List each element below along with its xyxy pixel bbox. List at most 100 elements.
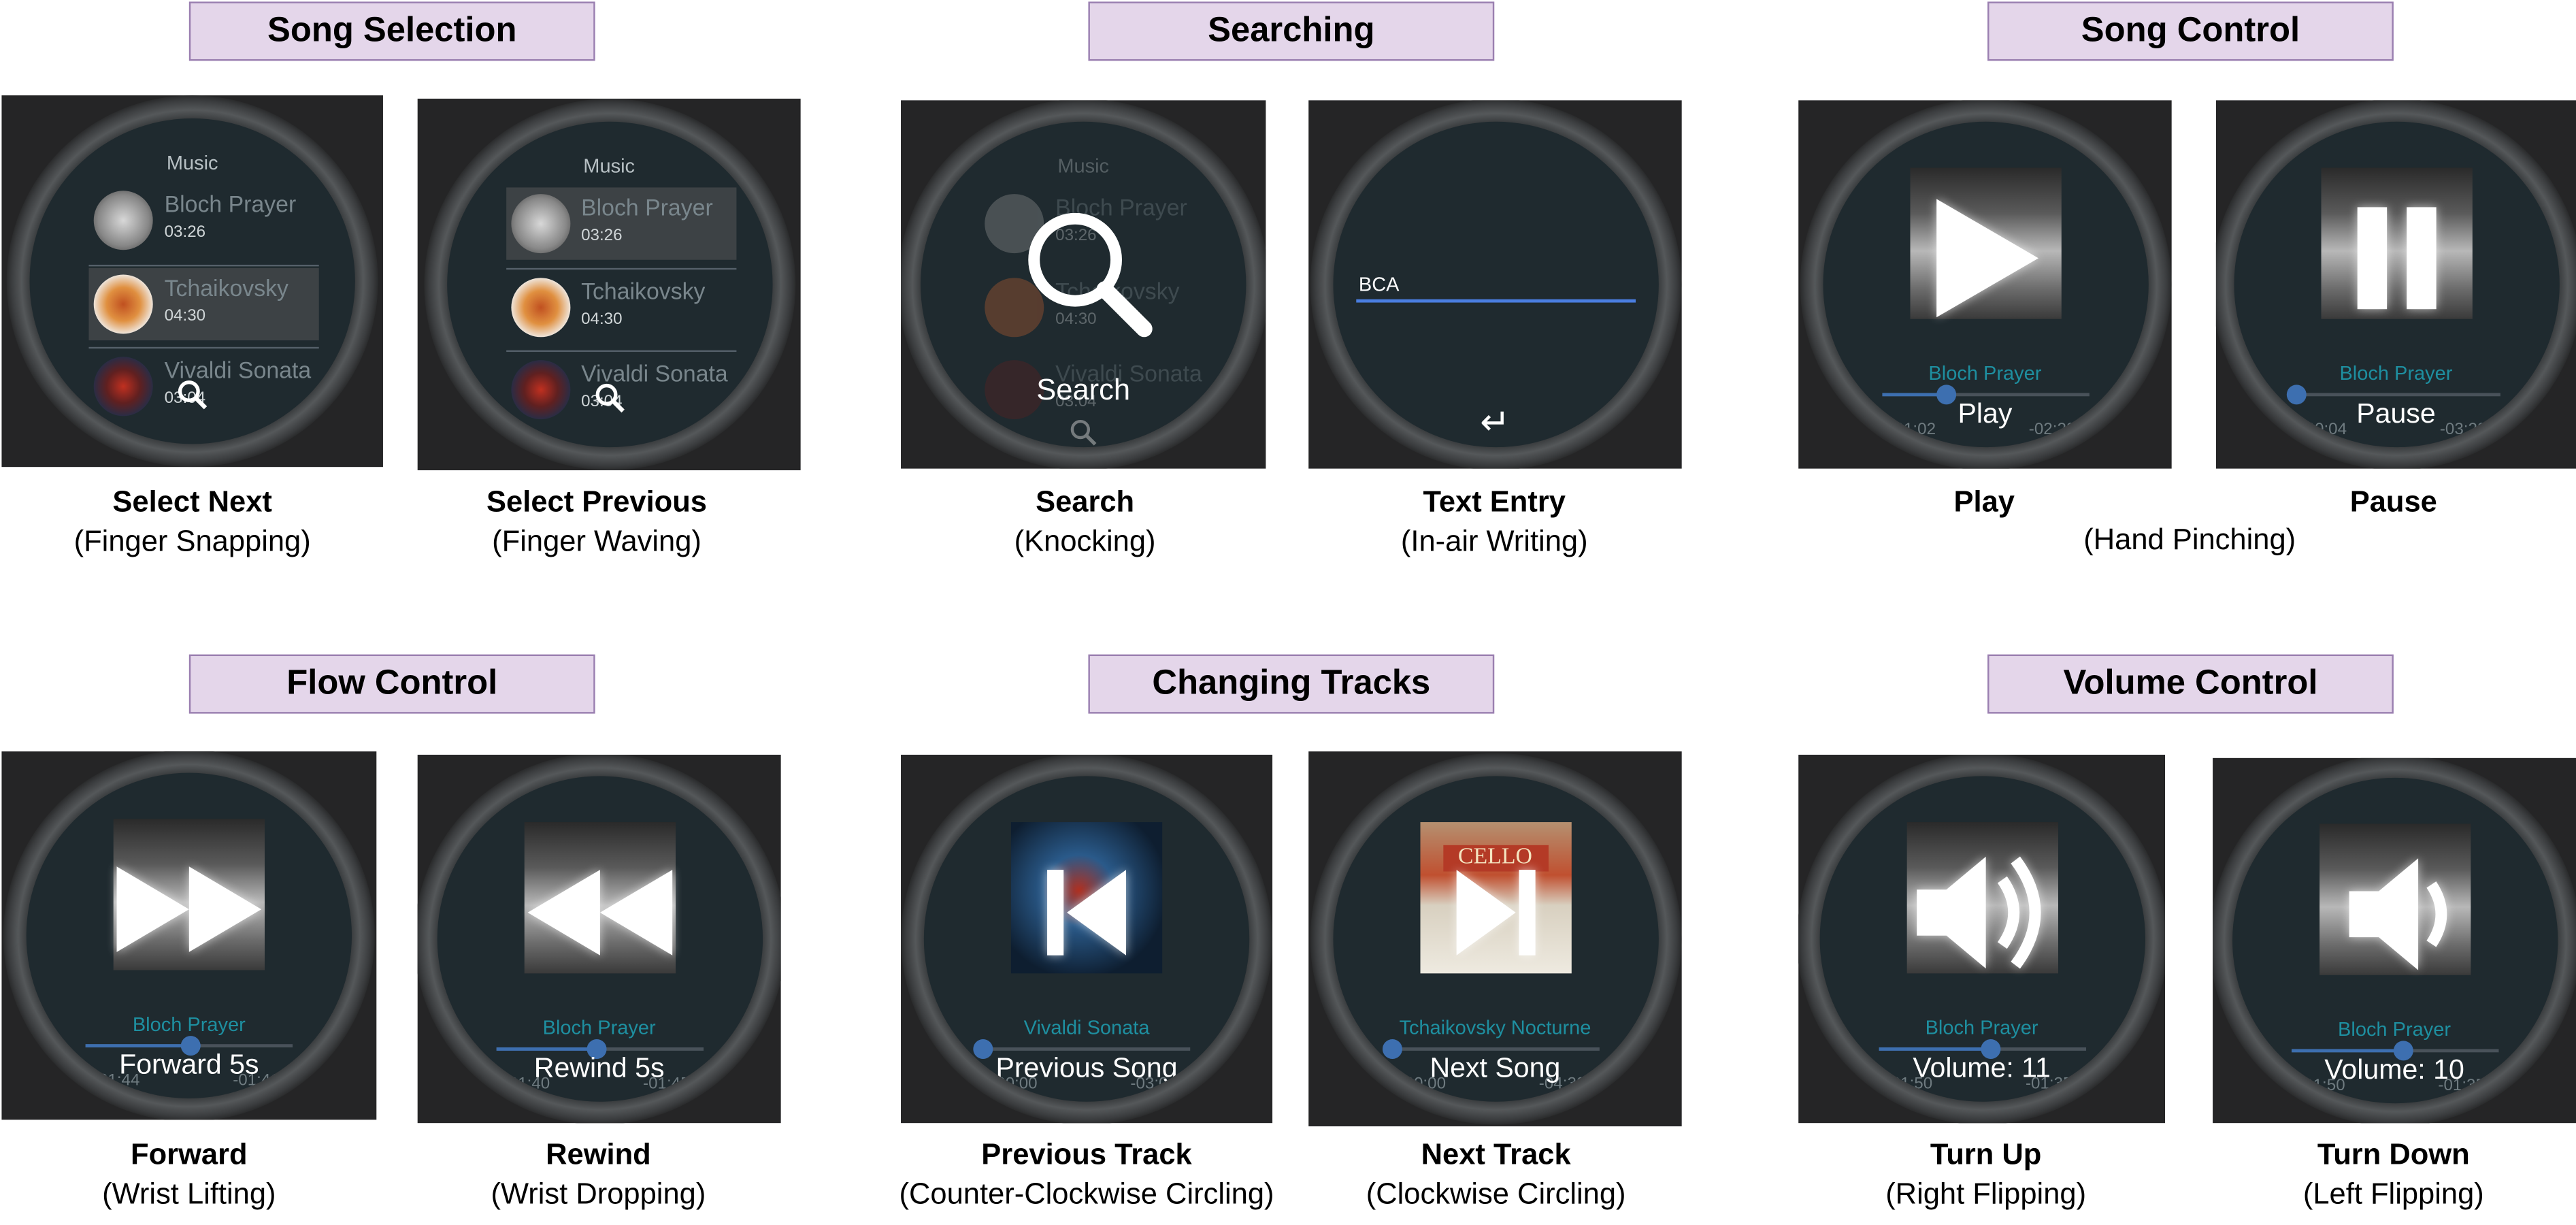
progress-fill	[1878, 1047, 1990, 1051]
watch-screenshot-rewind: Bloch Prayer 01:40 -01:45 Rewind 5s	[417, 754, 781, 1124]
album-thumbnail	[510, 360, 570, 420]
progress-bar[interactable]	[1881, 385, 2089, 405]
track-title: Bloch Prayer	[2339, 361, 2453, 385]
caption-select-next: Select Next (Finger Snapping)	[73, 485, 311, 558]
caption-text-entry: Text Entry (In-air Writing)	[1400, 485, 1588, 558]
play-icon[interactable]	[1967, 1098, 1996, 1102]
volume-down-icon	[2348, 858, 2447, 970]
volume-up-icon	[1915, 856, 2041, 969]
progress-bar[interactable]	[973, 1039, 1191, 1059]
watch-screenshot-previous-track: Vivaldi Sonata 00:00 -03:04 Previous Song	[901, 754, 1273, 1124]
watch-face: Bloch Prayer 01:44 -01:41 Forward 5s	[26, 772, 352, 1098]
song-duration: 03:26	[164, 223, 206, 242]
song-title: Tchaikovsky	[164, 274, 288, 301]
progress-bar[interactable]	[2290, 1041, 2498, 1061]
watch-screenshot-select-next: Music Bloch Prayer 03:26 Tchaikovsky 04:…	[1, 95, 383, 468]
watch-face: Bloch Prayer 00:04 -03:22 Pause	[2233, 121, 2559, 448]
caption-previous-track: Previous Track (Counter-Clockwise Circli…	[899, 1137, 1274, 1211]
list-item[interactable]: Tchaikovsky 04:30	[88, 267, 319, 341]
progress-fill	[85, 1044, 191, 1048]
pause-icon[interactable]	[1970, 444, 2000, 448]
song-title: Bloch Prayer	[581, 194, 713, 220]
song-title: Tchaikovsky	[581, 278, 706, 304]
track-title: Bloch Prayer	[542, 1016, 656, 1039]
progress-bar[interactable]	[85, 1036, 293, 1056]
category-volume-control: Volume Control	[1987, 654, 2394, 714]
song-duration: 04:30	[164, 307, 206, 326]
watch-screenshot-text-entry: BCA ↵	[1308, 100, 1682, 469]
action-label: Next Song	[1430, 1052, 1561, 1084]
progress-bar[interactable]	[2286, 385, 2500, 405]
track-title: Tchaikovsky Nocturne	[1399, 1016, 1591, 1039]
watch-face: Bloch Prayer 01:50 -01:35 Volume: 11	[1819, 776, 2145, 1102]
watch-face: Bloch Prayer 01:02 -02:23 Play	[1822, 121, 2148, 448]
caption-rewind: Rewind (Wrist Dropping)	[491, 1137, 706, 1211]
caption-next-track: Next Track (Clockwise Circling)	[1366, 1137, 1626, 1211]
pause-icon	[2356, 207, 2436, 310]
caption-hand-pinching: (Hand Pinching)	[2083, 523, 2296, 556]
caption-pause: Pause	[2349, 485, 2437, 519]
enter-icon[interactable]: ↵	[1332, 402, 1657, 444]
watch-face: Bloch Prayer 01:40 -01:45 Rewind 5s	[436, 776, 762, 1102]
text-input-value[interactable]: BCA	[1359, 273, 1400, 296]
track-title: Bloch Prayer	[1925, 1016, 2038, 1039]
rewind-icon	[527, 870, 672, 956]
progress-bar[interactable]	[1878, 1039, 2085, 1059]
watch-screenshot-forward: Bloch Prayer 01:44 -01:41 Forward 5s	[1, 751, 377, 1120]
search-icon[interactable]	[176, 378, 209, 411]
caption-play: Play	[1953, 485, 2015, 519]
play-icon[interactable]	[2381, 444, 2411, 448]
caption-forward: Forward (Wrist Lifting)	[102, 1137, 276, 1211]
progress-bar[interactable]	[1381, 1039, 1599, 1059]
skip-next-icon	[1455, 870, 1535, 956]
song-title: Bloch Prayer	[164, 191, 297, 217]
watch-screenshot-next-track: CELLO Tchaikovsky Nocturne 00:00 -04:30 Next…	[1308, 751, 1682, 1127]
play-icon[interactable]	[1072, 1098, 1101, 1102]
play-icon	[1935, 199, 2038, 318]
album-thumbnail	[93, 274, 153, 334]
watch-face: Music Bloch Prayer03:26 Tchaikovsky04:30…	[921, 121, 1246, 448]
watch-face: Bloch Prayer 01:50 -01:35 Volume: 10	[2231, 777, 2558, 1104]
play-icon[interactable]	[2379, 1100, 2409, 1103]
track-title: Bloch Prayer	[2338, 1017, 2451, 1041]
search-label: Search	[1036, 373, 1131, 406]
watch-screenshot-play: Bloch Prayer 01:02 -02:23 Play	[1798, 100, 2172, 469]
watch-screenshot-search: Music Bloch Prayer03:26 Tchaikovsky04:30…	[901, 100, 1266, 469]
text-input-underline	[1355, 299, 1635, 303]
action-label: Previous Song	[995, 1052, 1178, 1084]
fast-forward-icon	[116, 866, 262, 952]
song-duration: 04:30	[581, 310, 623, 329]
pause-icon[interactable]	[584, 1098, 614, 1102]
category-flow-control: Flow Control	[188, 654, 595, 714]
watch-face: Vivaldi Sonata 00:00 -03:04 Previous Song	[923, 776, 1250, 1102]
music-title: Music	[1057, 154, 1110, 178]
action-label: Forward 5s	[119, 1049, 259, 1081]
action-label: Volume: 10	[2324, 1054, 2464, 1085]
skip-previous-icon	[1047, 870, 1127, 956]
action-label: Rewind 5s	[533, 1052, 665, 1084]
music-title: Music	[583, 154, 635, 178]
watch-face: Music Bloch Prayer 03:26 Tchaikovsky 04:…	[29, 118, 355, 444]
progress-bar[interactable]	[495, 1039, 703, 1059]
track-title: Bloch Prayer	[132, 1013, 246, 1036]
caption-turn-up: Turn Up (Right Flipping)	[1885, 1137, 2087, 1211]
pause-icon[interactable]	[174, 1095, 203, 1098]
list-item[interactable]: Bloch Prayer 03:26	[505, 187, 736, 260]
progress-fill	[2290, 1049, 2403, 1053]
search-icon	[1028, 212, 1153, 338]
play-icon[interactable]	[1481, 1098, 1510, 1102]
list-item[interactable]: Bloch Prayer 03:26	[88, 184, 318, 257]
watch-screenshot-select-previous: Music Bloch Prayer 03:26 Tchaikovsky 04:…	[417, 98, 801, 471]
song-duration: 03:26	[581, 227, 623, 245]
caption-turn-down: Turn Down (Left Flipping)	[2302, 1137, 2484, 1211]
action-label: Pause	[2356, 397, 2436, 429]
category-searching: Searching	[1088, 1, 1495, 61]
list-item[interactable]: Tchaikovsky 04:30	[506, 272, 736, 344]
search-icon[interactable]	[593, 382, 625, 414]
watch-face: BCA ↵	[1332, 121, 1658, 448]
album-thumbnail	[510, 278, 570, 338]
caption-select-previous: Select Previous (Finger Waving)	[486, 485, 707, 558]
category-changing-tracks: Changing Tracks	[1088, 654, 1495, 714]
category-song-control: Song Control	[1987, 1, 2394, 61]
progress-fill	[495, 1047, 597, 1051]
